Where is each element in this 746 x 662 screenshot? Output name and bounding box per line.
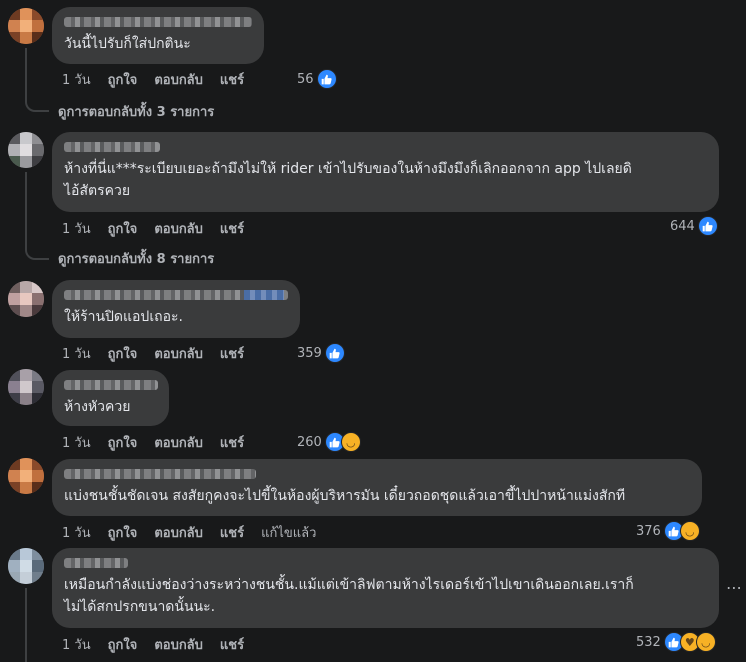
comment-text: ให้ร้านปิดแอปเถอะ.	[64, 309, 183, 325]
reply-button[interactable]: ตอบกลับ	[154, 634, 203, 655]
edited-label[interactable]: แก้ไขแล้ว	[261, 522, 316, 543]
view-replies-button[interactable]: ดูการตอบกลับทั้ง 8 รายการ	[58, 248, 214, 269]
avatar[interactable]	[8, 369, 44, 405]
comment-text: เหมือนกำลังแบ่งช่องว่างระหว่างชนชั้น.แม้…	[64, 577, 634, 615]
comment-bubble: เหมือนกำลังแบ่งช่องว่างระหว่างชนชั้น.แม้…	[52, 548, 719, 628]
comment-actions: 1 วัน ถูกใจ ตอบกลับ แชร์	[62, 69, 261, 89]
avatar[interactable]	[8, 458, 44, 494]
share-button[interactable]: แชร์	[220, 634, 244, 655]
comment-text: ห้างที่นี่แ***ระเบียบเยอะถ้ามึงไม่ให้ ri…	[64, 161, 632, 199]
reaction-summary[interactable]: 644	[670, 216, 718, 236]
reply-button[interactable]: ตอบกลับ	[154, 218, 203, 239]
comment-text: แบ่งชนชั้นชัดเจน สงสัยกูคงจะไปขี้ในห้องผ…	[64, 488, 626, 504]
comment-text: วันนี้ไปรับก็ใส่ปกตินะ	[64, 36, 191, 52]
comment-actions: 1 วัน ถูกใจ ตอบกลับ แชร์	[62, 218, 261, 238]
avatar[interactable]	[8, 8, 44, 44]
author-name[interactable]	[64, 142, 160, 152]
view-replies-label: ดูการตอบกลับทั้ง 3 รายการ	[58, 105, 215, 120]
avatar[interactable]	[8, 281, 44, 317]
thread-connector	[25, 246, 49, 260]
reaction-count: 359	[297, 345, 322, 361]
reaction-count: 644	[670, 218, 695, 234]
comment-actions: 1 วัน ถูกใจ ตอบกลับ แชร์ แก้ไขแล้ว	[62, 522, 333, 542]
thumbs-up-icon	[316, 69, 337, 89]
timestamp[interactable]: 1 วัน	[62, 432, 91, 453]
reaction-summary[interactable]: 359	[297, 343, 345, 363]
avatar[interactable]	[8, 132, 44, 168]
author-name[interactable]	[64, 380, 158, 390]
author-name[interactable]	[64, 17, 252, 27]
comment-text: ห้างหัวควย	[64, 399, 131, 415]
reply-button[interactable]: ตอบกลับ	[154, 522, 203, 543]
timestamp[interactable]: 1 วัน	[62, 218, 91, 239]
view-replies-label: ดูการตอบกลับทั้ง 8 รายการ	[58, 252, 215, 267]
like-button[interactable]: ถูกใจ	[108, 432, 138, 453]
thumbs-up-icon	[324, 343, 345, 363]
timestamp[interactable]: 1 วัน	[62, 634, 91, 655]
timestamp[interactable]: 1 วัน	[62, 343, 91, 364]
share-button[interactable]: แชร์	[220, 522, 244, 543]
reaction-summary[interactable]: 532 ♥ ◡	[636, 632, 716, 652]
share-button[interactable]: แชร์	[220, 218, 244, 239]
comment-actions: 1 วัน ถูกใจ ตอบกลับ แชร์	[62, 343, 261, 363]
reaction-count: 56	[297, 71, 314, 87]
share-button[interactable]: แชร์	[220, 432, 244, 453]
comment-actions: 1 วัน ถูกใจ ตอบกลับ แชร์	[62, 634, 261, 654]
comment-actions: 1 วัน ถูกใจ ตอบกลับ แชร์	[62, 432, 261, 452]
like-button[interactable]: ถูกใจ	[108, 634, 138, 655]
comment-bubble: ห้างที่นี่แ***ระเบียบเยอะถ้ามึงไม่ให้ ri…	[52, 132, 719, 212]
comment-bubble: แบ่งชนชั้นชัดเจน สงสัยกูคงจะไปขี้ในห้องผ…	[52, 459, 702, 516]
thread-line	[25, 172, 27, 248]
share-button[interactable]: แชร์	[220, 69, 244, 90]
like-button[interactable]: ถูกใจ	[108, 69, 138, 90]
comment-bubble: ให้ร้านปิดแอปเถอะ.	[52, 280, 300, 338]
thread-connector	[25, 98, 49, 112]
comment-bubble: ห้างหัวควย	[52, 370, 169, 426]
share-button[interactable]: แชร์	[220, 343, 244, 364]
author-name[interactable]	[64, 290, 288, 300]
reaction-summary[interactable]: 260 ◡	[297, 432, 361, 452]
haha-emoji-icon: ◡	[695, 632, 716, 652]
reaction-count: 376	[636, 523, 661, 539]
thumbs-up-icon	[697, 216, 718, 236]
comment-bubble: วันนี้ไปรับก็ใส่ปกตินะ	[52, 7, 264, 64]
haha-emoji-icon: ◡	[340, 432, 361, 452]
reply-button[interactable]: ตอบกลับ	[154, 432, 203, 453]
avatar[interactable]	[8, 548, 44, 584]
author-name[interactable]	[64, 558, 128, 568]
timestamp[interactable]: 1 วัน	[62, 69, 91, 90]
more-options-icon[interactable]: ⋯	[726, 578, 742, 597]
thread-line	[25, 588, 27, 662]
reaction-summary[interactable]: 376 ◡	[636, 521, 700, 541]
reply-button[interactable]: ตอบกลับ	[154, 343, 203, 364]
thread-line	[25, 48, 27, 100]
like-button[interactable]: ถูกใจ	[108, 343, 138, 364]
timestamp[interactable]: 1 วัน	[62, 522, 91, 543]
reaction-count: 260	[297, 434, 322, 450]
like-button[interactable]: ถูกใจ	[108, 218, 138, 239]
reaction-count: 532	[636, 634, 661, 650]
author-name[interactable]	[64, 469, 256, 479]
haha-emoji-icon: ◡	[679, 521, 700, 541]
like-button[interactable]: ถูกใจ	[108, 522, 138, 543]
reply-button[interactable]: ตอบกลับ	[154, 69, 203, 90]
reaction-summary[interactable]: 56	[297, 69, 337, 89]
view-replies-button[interactable]: ดูการตอบกลับทั้ง 3 รายการ	[58, 101, 214, 122]
